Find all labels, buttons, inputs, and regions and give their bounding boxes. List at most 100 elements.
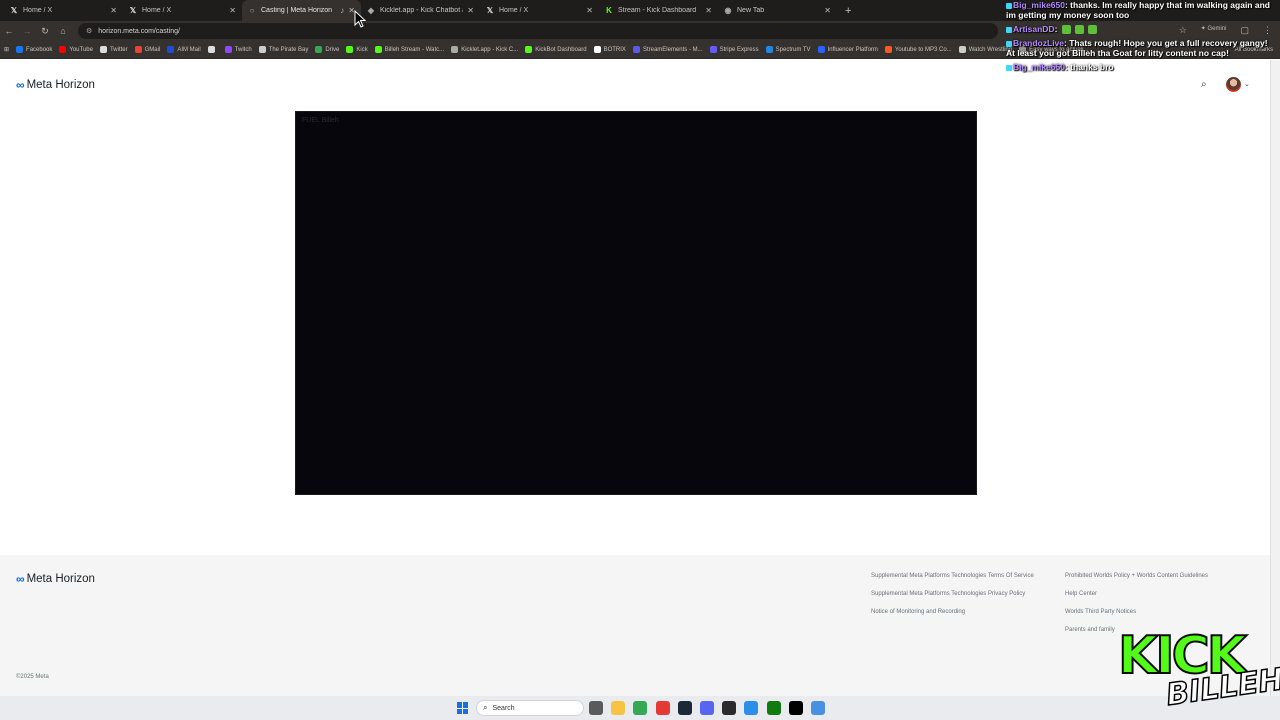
bookmark-icon [224, 46, 232, 53]
bookmark-label: Kick [356, 46, 368, 53]
bookmark-icon [374, 46, 382, 53]
bookmark-item[interactable] [207, 46, 218, 53]
steam-icon[interactable] [677, 701, 692, 715]
footer-link-terms[interactable]: Supplemental Meta Platforms Technologies… [871, 573, 1034, 579]
meta-infinity-icon: ∞ [16, 78, 25, 92]
bookmark-label: BOTRIX [603, 46, 626, 53]
footer-link-parents[interactable]: Parents and family [1065, 627, 1115, 633]
bookmark-icon [709, 46, 717, 53]
bookmark-label: Drive [325, 46, 340, 53]
folder-icon[interactable] [611, 701, 626, 715]
bookmark-item[interactable]: Twitch [224, 46, 252, 53]
bookmark-label: Influencer Platform [827, 46, 878, 53]
bookmark-item[interactable]: YouTube [59, 46, 93, 53]
url-bar[interactable]: ⚙ horizon.meta.com/casting/ [78, 23, 998, 39]
bookmark-label: Twitch [234, 46, 252, 53]
chrome-icon[interactable] [633, 701, 648, 715]
search-icon: ⌕ [483, 703, 488, 712]
tab-3[interactable]: ◆ Kicklet.app - Kick Chatbot and ✕ [361, 0, 480, 21]
bookmark-label: The Pirate Bay [268, 46, 309, 53]
bookmark-label: KickBot Dashboard [535, 46, 587, 53]
reload-icon[interactable]: ↻ [36, 26, 54, 37]
page-scrollbar[interactable] [1270, 60, 1280, 696]
xbox-icon[interactable] [766, 701, 781, 715]
meta-logo-icon: ○ [249, 6, 255, 15]
emote-icon [1074, 25, 1084, 35]
bookmark-item[interactable]: Watch Wrestling [958, 46, 1012, 53]
close-icon[interactable]: ✕ [824, 6, 831, 15]
footer-logo[interactable]: ∞ Meta Horizon [16, 572, 95, 586]
bookmark-icon [16, 46, 24, 53]
tab-0[interactable]: 𝕏 Home / X ✕ [4, 0, 123, 21]
globe-icon[interactable] [811, 701, 825, 715]
bookmark-icon [958, 46, 966, 53]
close-icon[interactable]: ✕ [586, 6, 593, 15]
meta-horizon-logo[interactable]: ∞ Meta Horizon [16, 78, 95, 92]
mouse-cursor-icon [354, 10, 366, 28]
speaker-icon[interactable]: ♪ [340, 6, 344, 15]
casting-video-player[interactable]: FUEL Billeh [295, 111, 977, 495]
emote-icon [1061, 25, 1071, 35]
chevron-down-icon[interactable]: ⌄ [1244, 80, 1250, 88]
bookmark-label: Kicklet.app - Kick C... [461, 46, 519, 53]
bookmark-item[interactable]: Kicklet.app - Kick C... [451, 46, 518, 53]
taskbar-search[interactable]: ⌕ Search [476, 700, 584, 716]
footer-link-help-center[interactable]: Help Center [1065, 591, 1097, 597]
bookmark-item[interactable]: KickBot Dashboard [525, 46, 587, 53]
forward-icon[interactable]: → [18, 26, 36, 36]
app-red-icon[interactable] [655, 701, 670, 715]
discord-icon[interactable] [700, 701, 714, 715]
player-caption: FUEL Billeh [302, 117, 339, 124]
home-icon[interactable]: ⌂ [54, 26, 72, 36]
terminal-icon[interactable] [722, 701, 737, 715]
bookmark-item[interactable]: AIM Mail [167, 46, 201, 53]
tab-5[interactable]: K Stream - Kick Dashboard ✕ [599, 0, 718, 21]
stream-chat-overlay: Big_mike650: thanks. Im really happy tha… [1006, 0, 1276, 76]
bookmark-item[interactable]: Youtube to MP3 Co... [884, 46, 952, 53]
close-icon[interactable]: ✕ [467, 6, 474, 15]
search-icon[interactable]: ⌕ [1201, 79, 1207, 90]
bookmark-item[interactable]: Twitter [99, 46, 128, 53]
footer-link-monitoring[interactable]: Notice of Monitoring and Recording [871, 609, 965, 615]
url-text: horizon.meta.com/casting/ [98, 27, 180, 35]
chat-message: Big_mike650: thanks. Im really happy tha… [1006, 0, 1276, 20]
apps-icon[interactable]: ⊞ [4, 46, 9, 53]
bookmark-label: Spectrum TV [775, 46, 811, 53]
tab-1[interactable]: 𝕏 Home / X ✕ [123, 0, 242, 21]
bookmark-item[interactable]: StreamElements - M... [632, 46, 703, 53]
bookmark-item[interactable]: GMail [134, 46, 160, 53]
bookmark-icon [765, 46, 773, 53]
app-blue-icon[interactable] [744, 701, 759, 715]
tab-title: Kicklet.app - Kick Chatbot and [380, 7, 463, 14]
logo-text: Meta Horizon [26, 79, 95, 91]
bookmark-item[interactable]: BOTRIX [593, 46, 626, 53]
close-icon[interactable]: ✕ [229, 6, 236, 15]
site-info-icon[interactable]: ⚙ [86, 27, 92, 35]
close-icon[interactable]: ✕ [110, 6, 117, 15]
footer-link-third-party[interactable]: Worlds Third Party Notices [1065, 609, 1136, 615]
tab-6[interactable]: ◉ New Tab ✕ [718, 0, 837, 21]
bookmark-item[interactable]: Stripe Express [709, 46, 759, 53]
windows-start-icon[interactable] [457, 702, 469, 714]
bookmark-icon [451, 46, 459, 53]
footer-link-privacy[interactable]: Supplemental Meta Platforms Technologies… [871, 591, 1025, 597]
bookmark-item[interactable]: Spectrum TV [765, 46, 811, 53]
bookmark-item[interactable]: Kick [346, 46, 368, 53]
tab-4[interactable]: 𝕏 Home / X ✕ [480, 0, 599, 21]
x-app-icon[interactable] [788, 701, 803, 715]
bookmark-item[interactable]: The Pirate Bay [258, 46, 309, 53]
bookmark-item[interactable]: Facebook [16, 46, 52, 53]
bookmark-item[interactable]: Drive [315, 46, 339, 53]
chrome-logo-icon: ◉ [724, 6, 732, 15]
back-icon[interactable]: ← [0, 26, 18, 36]
footer-link-prohibited-worlds[interactable]: Prohibited Worlds Policy + Worlds Conten… [1065, 573, 1208, 579]
new-tab-button[interactable]: + [845, 5, 851, 17]
tab-2-active[interactable]: ○ Casting | Meta Horizon ♪ ✕ [242, 0, 361, 21]
bookmark-item[interactable]: Billeh Stream - Watc... [374, 46, 444, 53]
avatar[interactable] [1226, 77, 1241, 92]
bookmark-item[interactable]: Influencer Platform [817, 46, 878, 53]
copyright: ©2025 Meta [16, 674, 49, 680]
file-explorer-icon[interactable] [589, 701, 603, 715]
kick-logo-icon: K [606, 6, 612, 15]
close-icon[interactable]: ✕ [705, 6, 712, 15]
